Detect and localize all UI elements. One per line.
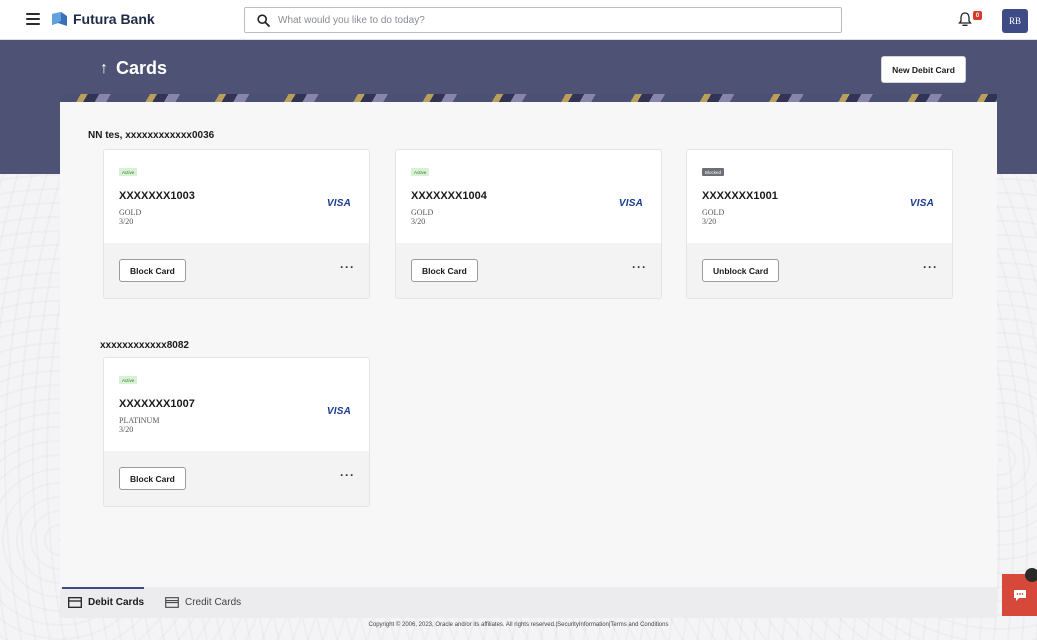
cards-panel: NN tes, xxxxxxxxxxxx0036 Active XXXXXXX1… bbox=[60, 102, 997, 618]
status-badge: Active bbox=[119, 168, 138, 176]
block-card-button[interactable]: Block Card bbox=[411, 259, 478, 282]
status-badge: Active bbox=[119, 376, 138, 384]
credit-card-icon bbox=[165, 597, 179, 608]
menu-icon[interactable] bbox=[26, 13, 40, 25]
page-title: ↑ Cards bbox=[100, 58, 167, 79]
more-options-icon[interactable]: ··· bbox=[923, 261, 938, 273]
card-tile[interactable]: Active XXXXXXX1007 PLATINUM 3/20 VISA Bl… bbox=[103, 357, 370, 507]
visa-logo: VISA bbox=[618, 198, 643, 209]
card-type: PLATINUM bbox=[119, 416, 160, 425]
tab-label: Debit Cards bbox=[88, 597, 145, 608]
top-bar: Futura Bank 0 RB bbox=[0, 0, 1037, 40]
more-options-icon[interactable]: ··· bbox=[340, 261, 355, 273]
chat-indicator bbox=[1025, 568, 1037, 582]
card-expiry: 3/20 bbox=[702, 217, 717, 226]
search-input[interactable] bbox=[278, 14, 841, 26]
debit-card-icon bbox=[68, 597, 82, 608]
visa-logo: VISA bbox=[909, 198, 934, 209]
card-actions: Block Card ··· bbox=[396, 243, 661, 298]
search-icon bbox=[257, 13, 270, 27]
card-number: XXXXXXX1007 bbox=[119, 398, 195, 410]
card-number: XXXXXXX1004 bbox=[411, 190, 487, 202]
tab-label: Credit Cards bbox=[185, 597, 242, 608]
tab-debit-cards[interactable]: Debit Cards bbox=[61, 587, 145, 618]
chat-icon bbox=[1013, 589, 1026, 601]
card-tile[interactable]: Blocked XXXXXXX1001 GOLD 3/20 VISA Unblo… bbox=[686, 149, 953, 299]
visa-logo: VISA bbox=[326, 198, 351, 209]
block-card-button[interactable]: Block Card bbox=[119, 259, 186, 282]
card-expiry: 3/20 bbox=[119, 425, 134, 434]
visa-logo: VISA bbox=[326, 406, 351, 417]
card-tile[interactable]: Active XXXXXXX1003 GOLD 3/20 VISA Block … bbox=[103, 149, 370, 299]
footer-copyright: Copyright © 2006, 2023, Oracle and/or it… bbox=[368, 622, 669, 628]
card-actions: Unblock Card ··· bbox=[687, 243, 952, 298]
group-title: NN tes, xxxxxxxxxxxx0036 bbox=[88, 130, 215, 141]
decorative-banner bbox=[60, 94, 997, 102]
tab-credit-cards[interactable]: Credit Cards bbox=[165, 587, 241, 618]
brand-name: Futura Bank bbox=[73, 11, 155, 27]
page-title-text: Cards bbox=[116, 58, 168, 78]
more-options-icon[interactable]: ··· bbox=[632, 261, 647, 273]
user-avatar[interactable]: RB bbox=[1002, 9, 1028, 33]
notification-count-badge: 0 bbox=[973, 11, 982, 20]
card-type-tabs: Debit Cards Credit Cards bbox=[60, 587, 997, 618]
new-debit-card-button[interactable]: New Debit Card bbox=[881, 56, 966, 83]
unblock-card-button[interactable]: Unblock Card bbox=[702, 259, 780, 282]
bank-logo-icon bbox=[52, 12, 67, 26]
search-box[interactable] bbox=[244, 7, 842, 33]
notification-bell-icon[interactable] bbox=[958, 11, 972, 27]
more-options-icon[interactable]: ··· bbox=[340, 469, 355, 481]
card-type: GOLD bbox=[411, 208, 434, 217]
card-expiry: 3/20 bbox=[119, 217, 134, 226]
card-type: GOLD bbox=[702, 208, 725, 217]
group-title: xxxxxxxxxxxx8082 bbox=[100, 340, 189, 351]
brand-logo[interactable]: Futura Bank bbox=[52, 11, 155, 27]
card-number: XXXXXXX1003 bbox=[119, 190, 195, 202]
status-badge: Blocked bbox=[702, 168, 725, 176]
block-card-button[interactable]: Block Card bbox=[119, 467, 186, 490]
card-tile[interactable]: Active XXXXXXX1004 GOLD 3/20 VISA Block … bbox=[395, 149, 662, 299]
card-actions: Block Card ··· bbox=[104, 243, 369, 298]
status-badge: Active bbox=[411, 168, 430, 176]
card-number: XXXXXXX1001 bbox=[702, 190, 778, 202]
card-type: GOLD bbox=[119, 208, 142, 217]
card-actions: Block Card ··· bbox=[104, 451, 369, 506]
page-header: ↑ Cards New Debit Card bbox=[60, 40, 997, 98]
card-expiry: 3/20 bbox=[411, 217, 426, 226]
back-arrow-icon[interactable]: ↑ bbox=[100, 60, 108, 78]
